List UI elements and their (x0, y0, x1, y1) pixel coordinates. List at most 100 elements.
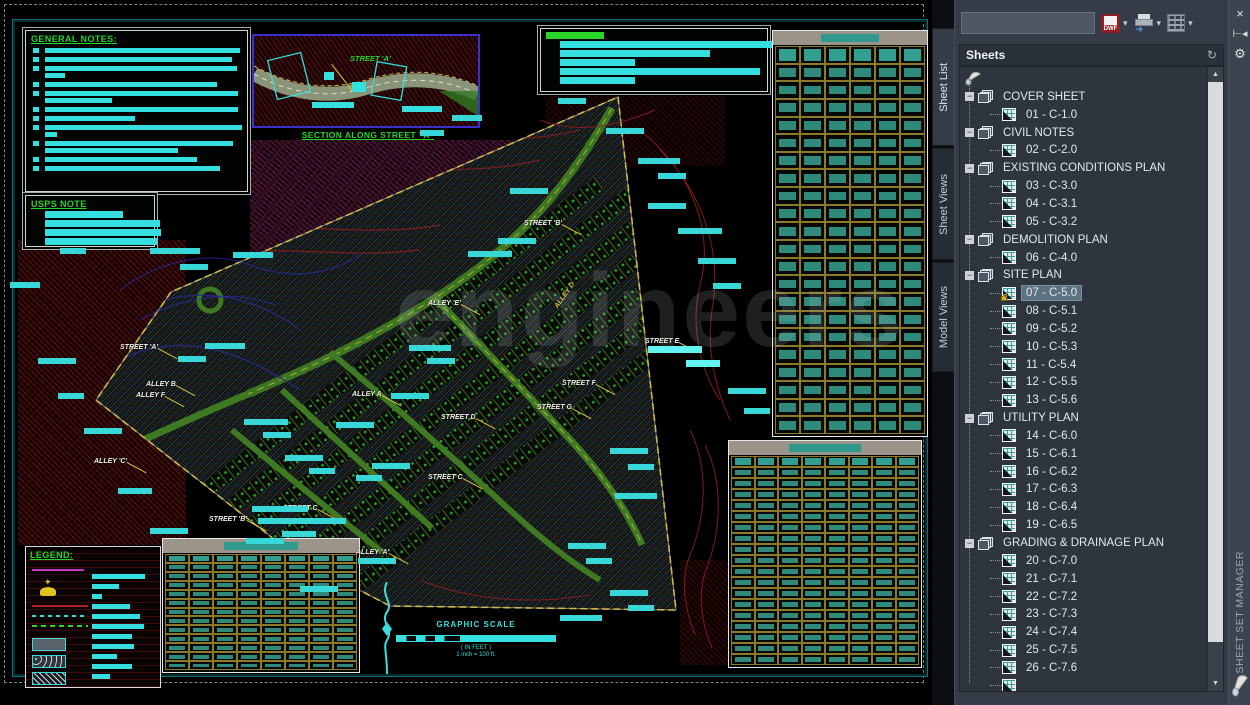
tree-category-row[interactable]: − CIVIL NOTES (960, 124, 1206, 142)
category-label[interactable]: CIVIL NOTES (999, 126, 1078, 140)
category-label[interactable]: GRADING & DRAINAGE PLAN (999, 536, 1168, 550)
tree-sheet-row[interactable]: 04 - C-3.1 (960, 195, 1206, 213)
collapse-icon[interactable]: − (965, 128, 974, 137)
category-label[interactable]: EXISTING CONDITIONS PLAN (999, 161, 1169, 175)
tree-sheet-row[interactable]: 16 - C-6.2 (960, 463, 1206, 481)
tree-sheet-row[interactable]: 03 - C-3.0 (960, 177, 1206, 195)
sheet-label[interactable]: 04 - C-3.1 (1022, 197, 1081, 211)
tree-category-row[interactable]: − UTILITY PLAN (960, 409, 1206, 427)
tree-category-row[interactable]: − SITE PLAN (960, 266, 1206, 284)
sheet-label[interactable]: 03 - C-3.0 (1022, 179, 1081, 193)
sheet-label[interactable]: 09 - C-5.2 (1022, 322, 1081, 336)
sheet-label[interactable]: 19 - C-6.5 (1022, 518, 1081, 532)
tree-sheet-row[interactable]: 05 - C-3.2 (960, 213, 1206, 231)
tree-sheet-row[interactable]: 12 - C-5.5 (960, 374, 1206, 392)
category-label[interactable]: COVER SHEET (999, 90, 1089, 104)
close-icon[interactable]: × (1229, 4, 1250, 24)
tree-sheet-row[interactable]: 23 - C-7.3 (960, 605, 1206, 623)
collapse-icon[interactable]: − (965, 414, 974, 423)
annotation-bar (628, 464, 654, 470)
sheet-label[interactable]: 25 - C-7.5 (1022, 643, 1081, 657)
sheet-label[interactable]: 02 - C-2.0 (1022, 143, 1081, 157)
tree-sheet-row[interactable]: 19 - C-6.5 (960, 516, 1206, 534)
tree-scrollbar[interactable]: ▲ ▼ (1207, 67, 1223, 691)
publish-button[interactable]: ➜ ▾ (1134, 11, 1162, 35)
sheet-label[interactable]: 06 - C-4.0 (1022, 251, 1081, 265)
publish-dwf-button[interactable]: DWF ▾ (1101, 11, 1128, 35)
tree-sheet-row[interactable]: 11 - C-5.4 (960, 356, 1206, 374)
cad-viewport[interactable]: GENERAL NOTES: USPS NOTE STREET 'A' (0, 0, 935, 705)
tree-sheet-row[interactable]: 13 - C-5.6 (960, 391, 1206, 409)
tree-category-row[interactable]: − DEMOLITION PLAN (960, 231, 1206, 249)
collapse-icon[interactable]: − (965, 271, 974, 280)
sheet-label[interactable]: 14 - C-6.0 (1022, 429, 1081, 443)
tree-sheet-row[interactable]: 08 - C-5.1 (960, 302, 1206, 320)
scroll-thumb[interactable] (1208, 82, 1223, 642)
publish-dropdown-arrow[interactable]: ▾ (1157, 18, 1162, 29)
sheet-label[interactable]: 17 - C-6.3 (1022, 482, 1081, 496)
tab-sheet-list[interactable]: Sheet List (932, 28, 954, 146)
auto-hide-pin-icon[interactable]: ⊢◂ (1229, 24, 1250, 44)
sheet-label[interactable]: 24 - C-7.4 (1022, 625, 1081, 639)
tree-sheet-row[interactable]: 17 - C-6.3 (960, 481, 1206, 499)
collapse-icon[interactable]: − (965, 235, 974, 244)
selections-dropdown-arrow[interactable]: ▾ (1188, 18, 1193, 29)
sheet-label[interactable]: 21 - C-7.1 (1022, 572, 1081, 586)
annotation-bar (205, 343, 245, 349)
tree-sheet-row[interactable]: 14 - C-6.0 (960, 427, 1206, 445)
street-label: STREET 'A' (120, 344, 158, 351)
tab-model-views[interactable]: Model Views (932, 262, 954, 372)
sheet-label[interactable]: 11 - C-5.4 (1022, 358, 1080, 372)
scroll-down-button[interactable]: ▼ (1208, 676, 1223, 691)
tree-sheet-row[interactable]: 18 - C-6.4 (960, 498, 1206, 516)
tree-category-row[interactable]: − COVER SHEET (960, 88, 1206, 106)
sheet-tree[interactable]: − COVER SHEET 01 - C-1.0 − CIVIL NOTES 02 - C… (959, 66, 1224, 692)
sheet-label[interactable]: 20 - C-7.0 (1022, 554, 1081, 568)
sheet-label[interactable]: 23 - C-7.3 (1022, 607, 1081, 621)
tree-category-row[interactable]: − EXISTING CONDITIONS PLAN (960, 159, 1206, 177)
sheet-label[interactable]: 13 - C-5.6 (1022, 393, 1081, 407)
sheet-label[interactable]: 18 - C-6.4 (1022, 500, 1081, 514)
tree-category-row[interactable]: − GRADING & DRAINAGE PLAN (960, 534, 1206, 552)
sheet-label[interactable]: 22 - C-7.2 (1022, 590, 1081, 604)
sheet-label[interactable]: 08 - C-5.1 (1022, 304, 1081, 318)
annotation-bar (84, 428, 122, 434)
sheet-label[interactable]: 16 - C-6.2 (1022, 465, 1081, 479)
category-label[interactable]: DEMOLITION PLAN (999, 233, 1112, 247)
sheet-icon (1002, 197, 1016, 210)
dwf-dropdown-arrow[interactable]: ▾ (1123, 18, 1128, 29)
tree-sheet-row[interactable]: 09 - C-5.2 (960, 320, 1206, 338)
search-input[interactable] (961, 12, 1095, 34)
sheet-label[interactable]: 07 - C-5.0 (1022, 286, 1081, 300)
tree-sheet-row[interactable]: 20 - C-7.0 (960, 552, 1206, 570)
tree-sheet-row[interactable]: 25 - C-7.5 (960, 641, 1206, 659)
tree-branch (990, 525, 1002, 526)
tree-sheet-row[interactable]: 26 - C-7.6 (960, 659, 1206, 677)
tree-sheet-row[interactable]: 10 - C-5.3 (960, 338, 1206, 356)
tree-sheet-row[interactable]: 07 - C-5.0 (960, 284, 1206, 302)
sheet-set-corner-icon[interactable] (1230, 672, 1250, 698)
sheet-selections-button[interactable]: ▾ (1167, 11, 1193, 35)
tree-sheet-row[interactable]: 02 - C-2.0 (960, 142, 1206, 160)
collapse-icon[interactable]: − (965, 92, 974, 101)
sheet-label[interactable]: 26 - C-7.6 (1022, 661, 1081, 675)
collapse-icon[interactable]: − (965, 539, 974, 548)
tree-sheet-row[interactable]: 01 - C-1.0 (960, 106, 1206, 124)
scroll-up-button[interactable]: ▲ (1208, 67, 1223, 82)
category-label[interactable]: SITE PLAN (999, 268, 1066, 282)
refresh-icon[interactable]: ↻ (1207, 48, 1217, 62)
tree-sheet-row[interactable]: 15 - C-6.1 (960, 445, 1206, 463)
properties-gear-icon[interactable]: ⚙ (1229, 44, 1250, 64)
sheet-label[interactable]: 10 - C-5.3 (1022, 340, 1081, 354)
tab-sheet-views[interactable]: Sheet Views (932, 148, 954, 260)
tree-sheet-row[interactable]: 24 - C-7.4 (960, 623, 1206, 641)
tree-sheet-row[interactable]: 22 - C-7.2 (960, 588, 1206, 606)
sheet-label[interactable]: 15 - C-6.1 (1022, 447, 1081, 461)
collapse-icon[interactable]: − (965, 164, 974, 173)
category-label[interactable]: UTILITY PLAN (999, 411, 1083, 425)
tree-sheet-row[interactable]: 06 - C-4.0 (960, 249, 1206, 267)
sheet-label[interactable]: 05 - C-3.2 (1022, 215, 1081, 229)
tree-sheet-row[interactable]: 21 - C-7.1 (960, 570, 1206, 588)
sheet-label[interactable]: 01 - C-1.0 (1022, 108, 1081, 122)
sheet-label[interactable]: 12 - C-5.5 (1022, 375, 1081, 389)
